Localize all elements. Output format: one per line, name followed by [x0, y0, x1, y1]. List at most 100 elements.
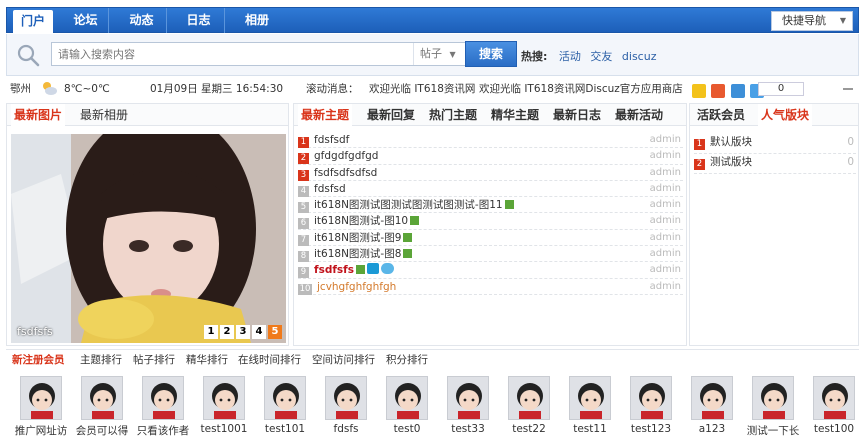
page-button[interactable]: 2 [220, 325, 234, 339]
member-name[interactable]: test101 [258, 423, 312, 435]
member-item[interactable]: 测试一下长 [746, 376, 800, 438]
tab-latest-blogs[interactable]: 最新日志 [550, 104, 604, 126]
scroll-message[interactable]: 欢迎光临 IT618资讯网Discuz官方应用商店 [479, 79, 683, 99]
hot-term-link[interactable]: discuz [622, 50, 657, 63]
avatar[interactable] [386, 376, 428, 420]
thread-author[interactable]: admin [650, 148, 681, 164]
member-item[interactable]: test0 [380, 376, 434, 435]
avatar[interactable] [142, 376, 184, 420]
tab-latest-replies[interactable]: 最新回复 [364, 104, 418, 126]
thread-title[interactable]: fsdfsdfsdfsd [314, 167, 377, 179]
member-name[interactable]: test33 [441, 423, 495, 435]
member-item[interactable]: test123 [624, 376, 678, 435]
member-item[interactable]: fdsfs [319, 376, 373, 435]
avatar[interactable] [569, 376, 611, 420]
thread-author[interactable]: admin [650, 246, 681, 262]
thread-author[interactable]: admin [650, 197, 681, 213]
tab-credit-rank[interactable]: 积分排行 [386, 352, 428, 367]
page-button[interactable]: 1 [204, 325, 218, 339]
nav-tab-feed[interactable]: 动态 [117, 8, 167, 33]
thread-author[interactable]: admin [650, 165, 681, 181]
avatar[interactable] [447, 376, 489, 420]
tab-digest-threads[interactable]: 精华主题 [488, 104, 542, 126]
thread-title[interactable]: fdsfsdf [314, 134, 349, 146]
qq-icon[interactable] [730, 84, 745, 98]
avatar[interactable] [691, 376, 733, 420]
thread-title[interactable]: gfdgdfgdfgd [314, 150, 378, 162]
member-name[interactable]: a123 [685, 423, 739, 435]
tab-latest-images[interactable]: 最新图片 [11, 104, 66, 126]
member-item[interactable]: 推广网址访 [14, 376, 68, 438]
hot-term-link[interactable]: 活动 [559, 50, 581, 63]
tab-latest-threads[interactable]: 最新主题 [298, 104, 353, 126]
member-item[interactable]: 只看该作者 [136, 376, 190, 438]
thread-title[interactable]: fdsfsd [314, 183, 346, 195]
avatar[interactable] [20, 376, 62, 420]
member-item[interactable]: test1001 [197, 376, 251, 435]
member-name[interactable]: 只看该作者 [136, 423, 190, 438]
thread-author[interactable]: admin [650, 181, 681, 197]
member-name[interactable]: fdsfs [319, 423, 373, 435]
member-item[interactable]: test100 [807, 376, 861, 435]
thread-author[interactable]: admin [650, 213, 681, 229]
minus-icon[interactable] [843, 88, 853, 90]
thread-author[interactable]: admin [650, 132, 681, 148]
tab-active-members[interactable]: 活跃会员 [694, 104, 748, 126]
avatar[interactable] [81, 376, 123, 420]
member-name[interactable]: 会员可以得 [75, 423, 129, 438]
member-item[interactable]: test101 [258, 376, 312, 435]
tab-hot-threads[interactable]: 热门主题 [426, 104, 480, 126]
nav-tab-blog[interactable]: 日志 [173, 8, 225, 33]
avatar[interactable] [630, 376, 672, 420]
member-name[interactable]: test1001 [197, 423, 251, 435]
search-type-select[interactable]: 帖子 ▼ [413, 43, 468, 65]
tab-latest-events[interactable]: 最新活动 [612, 104, 666, 126]
star-icon[interactable] [692, 84, 706, 98]
quick-nav-button[interactable]: 快捷导航 ▼ [771, 11, 853, 31]
avatar[interactable] [508, 376, 550, 420]
member-name[interactable]: test0 [380, 423, 434, 435]
weibo-icon[interactable] [711, 84, 726, 98]
page-button[interactable]: 4 [252, 325, 266, 339]
avatar[interactable] [325, 376, 367, 420]
hot-term-link[interactable]: 交友 [590, 50, 612, 63]
page-button-current[interactable]: 5 [268, 325, 282, 339]
search-button[interactable]: 搜索 [465, 41, 517, 67]
member-item[interactable]: test11 [563, 376, 617, 435]
nav-tab-album[interactable]: 相册 [231, 8, 283, 33]
avatar[interactable] [264, 376, 306, 420]
member-name[interactable]: test123 [624, 423, 678, 435]
member-item[interactable]: 会员可以得 [75, 376, 129, 438]
featured-photo[interactable]: fsdfsfs 12345 [11, 134, 286, 343]
member-name[interactable]: 测试一下长 [746, 423, 800, 438]
thread-title[interactable]: jcvhgfghfghfgh [317, 281, 396, 293]
thread-author[interactable]: admin [650, 279, 681, 295]
avatar[interactable] [813, 376, 855, 420]
tab-space-rank[interactable]: 空间访问排行 [312, 352, 375, 367]
tab-post-rank[interactable]: 帖子排行 [133, 352, 175, 367]
thread-title[interactable]: it618N图测试图测试图测试图测试-图11 [314, 199, 503, 211]
thread-title[interactable]: fsdfsfs [314, 264, 354, 276]
member-name[interactable]: test22 [502, 423, 556, 435]
member-item[interactable]: test33 [441, 376, 495, 435]
tab-new-members[interactable]: 新注册会员 [12, 352, 65, 367]
thread-author[interactable]: admin [650, 230, 681, 246]
avatar[interactable] [752, 376, 794, 420]
member-name[interactable]: test11 [563, 423, 617, 435]
member-name[interactable]: test100 [807, 423, 861, 435]
avatar[interactable] [203, 376, 245, 420]
thread-title[interactable]: it618N图测试-图9 [314, 232, 401, 244]
scroll-message[interactable]: 欢迎光临 IT618资讯网 [369, 79, 475, 99]
tab-thread-rank[interactable]: 主题排行 [80, 352, 122, 367]
nav-tab-forum[interactable]: 论坛 [63, 8, 109, 33]
thread-title[interactable]: it618N图测试-图8 [314, 248, 401, 260]
forum-name[interactable]: 默认版块 [710, 136, 752, 148]
tab-online-rank[interactable]: 在线时间排行 [238, 352, 301, 367]
tab-popular-forums[interactable]: 人气版块 [758, 104, 813, 126]
page-button[interactable]: 3 [236, 325, 250, 339]
nav-tab-portal[interactable]: 门户 [13, 10, 53, 33]
member-name[interactable]: 推广网址访 [14, 423, 68, 438]
thread-title[interactable]: it618N图测试-图10 [314, 215, 408, 227]
tab-latest-albums[interactable]: 最新相册 [77, 104, 131, 126]
member-item[interactable]: test22 [502, 376, 556, 435]
